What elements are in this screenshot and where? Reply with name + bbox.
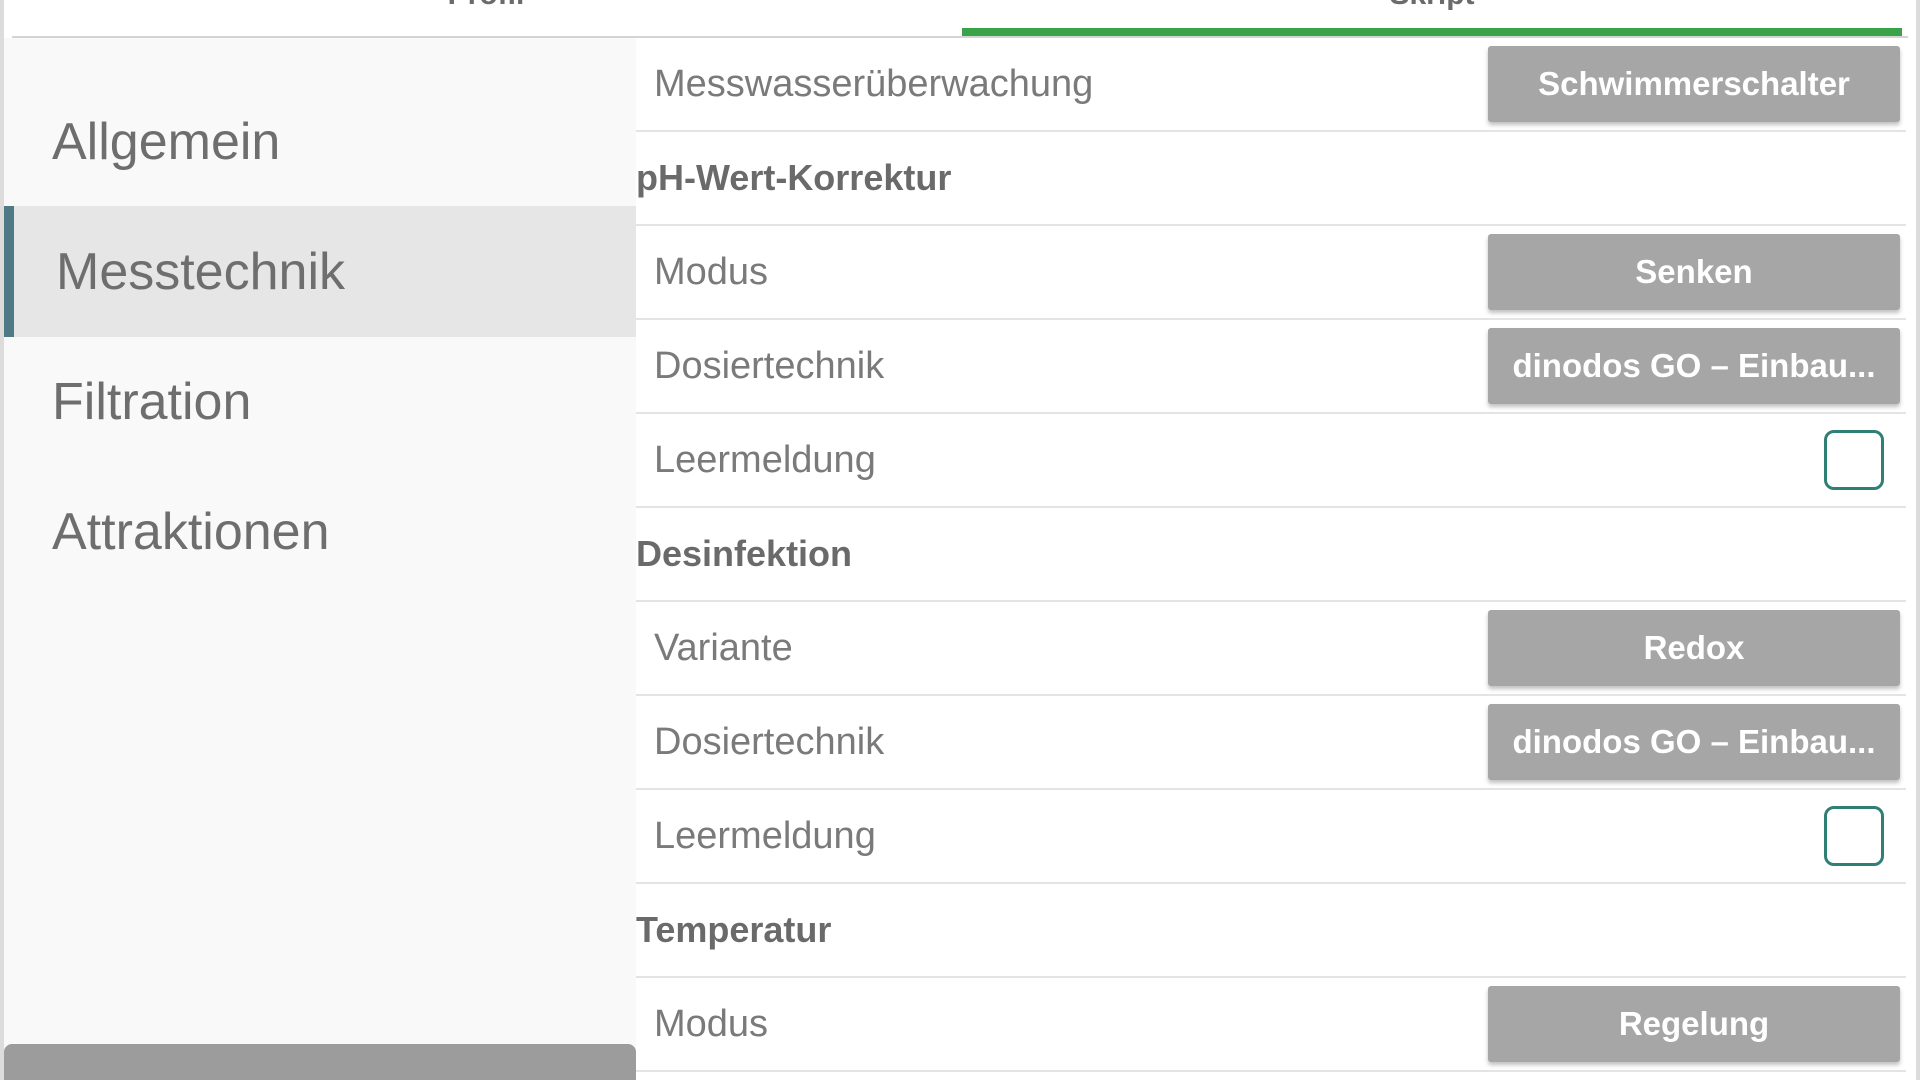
ph-dosiertechnik-value-button[interactable]: dinodos GO – Einbau... <box>1488 328 1900 404</box>
section-header-temperatur: Temperatur <box>636 884 1906 978</box>
setting-label: Messwasserüberwachung <box>654 63 1094 105</box>
ph-leermeldung-checkbox[interactable] <box>1824 430 1884 490</box>
setting-row-temperatur-modus: Modus Regelung <box>636 978 1906 1072</box>
sidebar: Allgemein Messtechnik Filtration Attrakt… <box>4 38 636 1080</box>
sidebar-footer-button[interactable] <box>4 1044 636 1080</box>
setting-row-desinfektion-dosiertechnik: Dosiertechnik dinodos GO – Einbau... <box>636 696 1906 790</box>
setting-label: Dosiertechnik <box>654 721 885 763</box>
tab-profil[interactable]: Profil <box>12 0 960 18</box>
section-title: Desinfektion <box>636 533 853 574</box>
setting-row-desinfektion-leermeldung: Leermeldung <box>636 790 1906 884</box>
section-title: Temperatur <box>636 909 832 950</box>
setting-label: Leermeldung <box>654 815 876 857</box>
setting-row-ph-leermeldung: Leermeldung <box>636 414 1906 508</box>
desinfektion-dosiertechnik-value-button[interactable]: dinodos GO – Einbau... <box>1488 704 1900 780</box>
sidebar-item-attraktionen[interactable]: Attraktionen <box>4 466 636 597</box>
settings-list: Messwasserüberwachung Schwimmerschalter … <box>636 38 1906 1080</box>
setting-label: Leermeldung <box>654 439 876 481</box>
setting-row-messwasserueberwachung: Messwasserüberwachung Schwimmerschalter <box>636 38 1906 132</box>
sidebar-item-messtechnik[interactable]: Messtechnik <box>4 206 636 337</box>
setting-label: Variante <box>654 627 793 669</box>
sidebar-item-filtration[interactable]: Filtration <box>4 336 636 467</box>
ph-modus-value-button[interactable]: Senken <box>1488 234 1900 310</box>
section-title: pH-Wert-Korrektur <box>636 157 952 198</box>
active-tab-indicator <box>962 28 1902 36</box>
setting-row-ph-modus: Modus Senken <box>636 226 1906 320</box>
tab-skript[interactable]: Skript <box>962 0 1902 18</box>
section-header-ph-korrektur: pH-Wert-Korrektur <box>636 132 1906 226</box>
app-window: Profil Skript Allgemein Messtechnik Filt… <box>0 0 1920 1080</box>
window-right-border <box>1916 0 1920 1080</box>
section-header-desinfektion: Desinfektion <box>636 508 1906 602</box>
desinfektion-leermeldung-checkbox[interactable] <box>1824 806 1884 866</box>
temperatur-modus-value-button[interactable]: Regelung <box>1488 986 1900 1062</box>
setting-label: Modus <box>654 1003 769 1045</box>
sidebar-item-allgemein[interactable]: Allgemein <box>4 76 636 207</box>
setting-row-ph-dosiertechnik: Dosiertechnik dinodos GO – Einbau... <box>636 320 1906 414</box>
setting-label: Modus <box>654 251 769 293</box>
messwasser-value-button[interactable]: Schwimmerschalter <box>1488 46 1900 122</box>
setting-row-variante: Variante Redox <box>636 602 1906 696</box>
setting-label: Dosiertechnik <box>654 345 885 387</box>
variante-value-button[interactable]: Redox <box>1488 610 1900 686</box>
